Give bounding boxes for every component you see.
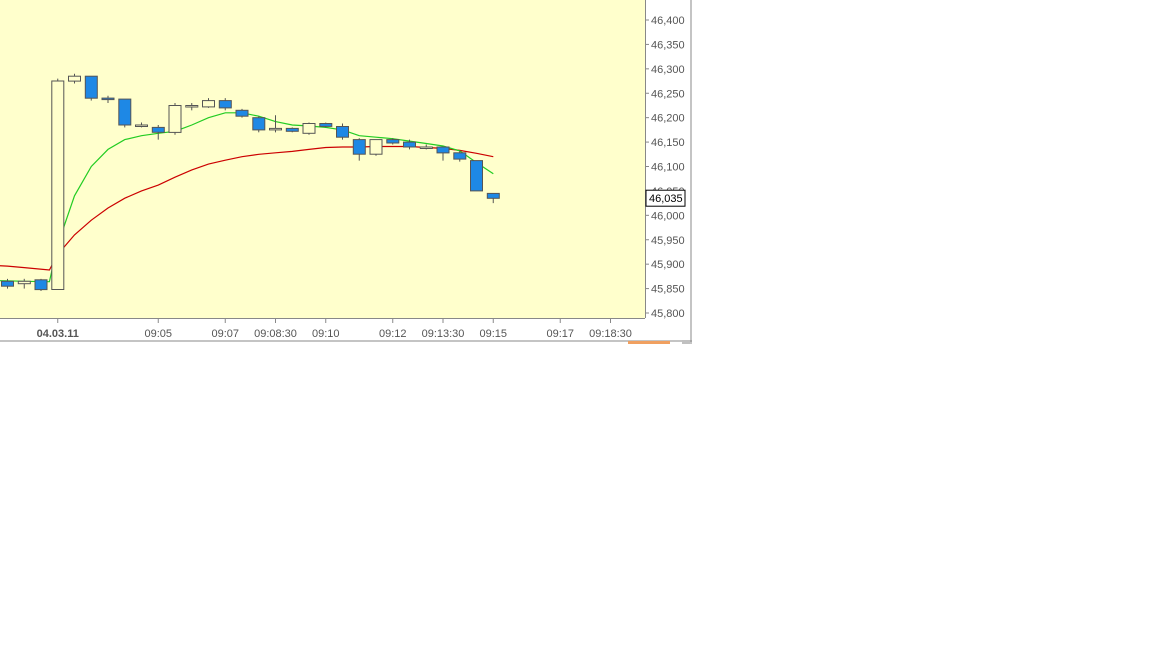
candle-body-up bbox=[17, 280, 31, 285]
candle-body-up bbox=[302, 123, 316, 134]
candle-body-down bbox=[319, 123, 333, 127]
price-tick-label: 45,900 bbox=[651, 259, 685, 271]
plot-area[interactable] bbox=[0, 0, 645, 318]
candle bbox=[319, 122, 333, 128]
price-tick-label: 46,000 bbox=[651, 210, 685, 222]
last-price-label: 46,035 bbox=[645, 189, 686, 207]
time-tick-label: 09:07 bbox=[211, 328, 239, 340]
time-tick-label: 09:10 bbox=[312, 328, 340, 340]
candle-body-down bbox=[285, 127, 299, 132]
candle-body-down bbox=[235, 109, 249, 117]
time-tick-label: 09:17 bbox=[546, 328, 574, 340]
candle bbox=[34, 278, 48, 292]
candle-body-down bbox=[386, 139, 400, 144]
price-tick-label: 46,100 bbox=[651, 162, 685, 174]
candle-body-down bbox=[453, 152, 467, 160]
time-tick-label: 09:15 bbox=[479, 328, 507, 340]
candle-body-up bbox=[168, 105, 182, 133]
price-tick-label: 46,300 bbox=[651, 64, 685, 76]
candle-body-down bbox=[218, 100, 232, 109]
price-tick-label: 46,200 bbox=[651, 113, 685, 125]
time-tick-label: 09:12 bbox=[379, 328, 407, 340]
price-tick-label: 46,250 bbox=[651, 88, 685, 100]
price-tick-label: 46,400 bbox=[651, 15, 685, 27]
candle bbox=[285, 127, 299, 133]
scrollbar-thumb[interactable] bbox=[628, 341, 670, 344]
candle-body-up bbox=[185, 105, 199, 108]
candle bbox=[470, 160, 483, 192]
candle-body-up bbox=[419, 146, 433, 149]
resize-grip[interactable] bbox=[682, 340, 690, 344]
price-tick-label: 45,850 bbox=[651, 284, 685, 296]
candle-body-down bbox=[34, 279, 48, 291]
candlestick-chart[interactable]: 46,400 46,350 46,300 46,250 46,200 46,150 46,1… bbox=[0, 0, 692, 344]
candle-body-up bbox=[269, 127, 282, 131]
time-tick-label: 09:18:30 bbox=[589, 328, 632, 340]
time-tick-label: 09:05 bbox=[144, 328, 172, 340]
time-tick-label: 09:08:30 bbox=[254, 328, 297, 340]
price-tick-label: 46,350 bbox=[651, 39, 685, 51]
candle-body-down bbox=[336, 126, 349, 138]
price-tick-label: 45,800 bbox=[651, 308, 685, 320]
price-tick-label: 46,150 bbox=[651, 137, 685, 149]
candle-body-up bbox=[369, 139, 383, 155]
candle-body-down bbox=[486, 192, 500, 199]
candle bbox=[252, 116, 266, 133]
candle bbox=[369, 139, 383, 156]
candle-body-down bbox=[403, 141, 416, 148]
candle-body-down bbox=[118, 98, 132, 126]
time-tick-label: 04.03.11 bbox=[37, 328, 79, 340]
candle-body-down bbox=[436, 146, 450, 154]
candle-body-up bbox=[68, 75, 81, 82]
price-tick-label: 45,950 bbox=[651, 235, 685, 247]
last-price-value: 46,035 bbox=[649, 193, 683, 205]
candle-body-down bbox=[101, 97, 115, 101]
candle bbox=[84, 75, 98, 101]
chart-window: 46,400 46,350 46,300 46,250 46,200 46,150 46,1… bbox=[0, 0, 692, 344]
time-tick-label: 09:13:30 bbox=[422, 328, 465, 340]
candle bbox=[235, 108, 249, 118]
time-axis[interactable]: 04.03.11 09:05 09:07 09:08:30 09:10 09:12 09:1… bbox=[0, 318, 645, 340]
candle-body-down bbox=[151, 126, 165, 133]
candle bbox=[118, 98, 132, 128]
candle-body-up bbox=[202, 100, 215, 108]
candle-body-down bbox=[84, 75, 98, 99]
candle-body-down bbox=[352, 139, 366, 155]
candle-body-up bbox=[51, 80, 65, 290]
candle-body-up bbox=[135, 124, 148, 127]
candle-body-down bbox=[1, 280, 14, 287]
candle-body-down bbox=[470, 160, 483, 192]
candle bbox=[302, 122, 316, 135]
candle bbox=[51, 78, 65, 290]
price-axis[interactable]: 46,400 46,350 46,300 46,250 46,200 46,150 46,1… bbox=[645, 0, 685, 320]
candle-body-down bbox=[252, 117, 266, 131]
candle bbox=[168, 103, 182, 135]
